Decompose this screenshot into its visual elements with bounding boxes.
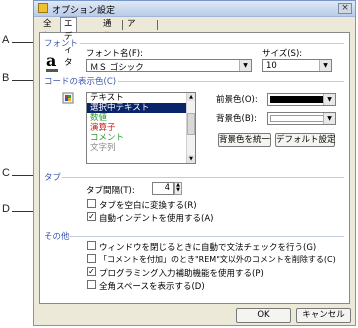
font-preview-underline	[46, 69, 58, 72]
tab-width-input[interactable]: 4	[152, 182, 174, 195]
scroll-up-icon[interactable]: ▲	[187, 93, 195, 101]
remove-comments-checkbox[interactable]	[87, 254, 96, 263]
syntax-check-checkbox[interactable]	[87, 241, 96, 250]
chevron-down-icon: ▼	[319, 60, 331, 71]
color-list-item[interactable]: テキスト	[87, 93, 195, 103]
other-section-title: その他	[44, 232, 70, 242]
font-name-value: ＭＳ ゴシック	[90, 63, 144, 73]
color-list-item[interactable]: 選択中テキスト	[87, 103, 195, 113]
input-assist-checkbox[interactable]: ✓	[87, 267, 96, 276]
scroll-down-icon[interactable]: ▼	[187, 155, 195, 163]
font-size-label: サイズ(S):	[262, 49, 303, 59]
cancel-button[interactable]: キャンセル	[296, 308, 351, 323]
section-divider	[68, 236, 344, 237]
section-divider	[118, 81, 344, 82]
tab-editor[interactable]: エディタ	[60, 17, 77, 68]
foreground-swatch	[270, 96, 324, 103]
section-divider	[80, 43, 344, 44]
auto-indent-label: 自動インデントを使用する(A)	[99, 214, 214, 224]
default-settings-button[interactable]: デフォルト設定	[275, 133, 336, 147]
background-color-select[interactable]: ▼	[267, 112, 336, 125]
title-bar[interactable]: オプション設定 ×	[34, 1, 355, 17]
tab-section-title: タブ	[44, 173, 62, 183]
tab-arm[interactable]: アーム	[124, 18, 139, 55]
tab-width-stepper[interactable]: ▲ ▼	[174, 182, 182, 195]
show-fullwidth-space-label: 全角スペースを表示する(D)	[99, 282, 205, 292]
chevron-down-icon: ▼	[239, 60, 251, 71]
color-target-list[interactable]: テキスト 選択中テキスト 数値 演算子 コメント 文字列 ▲ ▼	[86, 92, 196, 164]
color-list-item[interactable]: 数値	[87, 113, 195, 123]
input-assist-label: プログラミング入力補助機能を使用する(P)	[99, 269, 264, 279]
editor-panel: フォント a フォント名(F): ＭＳ ゴシック ▼ サイズ(S): 10 ▼ …	[39, 32, 350, 304]
chevron-down-icon: ▼	[323, 113, 335, 124]
palette-icon	[62, 91, 76, 105]
list-scrollbar[interactable]: ▲ ▼	[186, 93, 195, 163]
callout-b: B	[2, 72, 10, 84]
show-fullwidth-space-checkbox[interactable]	[87, 280, 96, 289]
convert-tab-label: タブを空白に変換する(R)	[99, 201, 197, 211]
tab-separator	[122, 20, 123, 30]
ok-button[interactable]: OK	[236, 308, 291, 323]
window-title: オプション設定	[52, 6, 116, 16]
app-icon	[38, 3, 48, 13]
tab-general[interactable]: 全般	[40, 18, 55, 42]
scroll-thumb[interactable]	[187, 113, 195, 135]
callout-c: C	[2, 167, 10, 179]
colors-section-title: コードの表示色(C)	[44, 77, 117, 87]
remove-comments-label: 「コメントを付加」のとき"REM"文以外のコメントを削除する(C)	[99, 255, 336, 264]
stepper-down-icon[interactable]: ▼	[175, 188, 181, 193]
close-button[interactable]: ×	[338, 3, 352, 14]
convert-tab-checkbox[interactable]	[87, 199, 96, 208]
callout-d: D	[2, 203, 10, 215]
color-list-item[interactable]: 文字列	[87, 143, 195, 153]
auto-indent-checkbox[interactable]: ✓	[87, 212, 96, 221]
color-list-item[interactable]: コメント	[87, 133, 195, 143]
options-dialog: オプション設定 × 全般 エディタ 通信 アーム フォント a フォント名(F)…	[33, 0, 356, 326]
tab-separator	[157, 20, 158, 30]
color-list-item[interactable]: 演算子	[87, 123, 195, 133]
font-preview-icon: a	[46, 51, 57, 70]
section-divider	[62, 177, 344, 178]
foreground-label: 前景色(O):	[216, 95, 258, 105]
background-swatch	[270, 115, 324, 122]
background-label: 背景色(B):	[216, 114, 257, 124]
callout-a: A	[2, 34, 10, 46]
tab-communication[interactable]: 通信	[100, 18, 115, 42]
foreground-color-select[interactable]: ▼	[267, 93, 336, 106]
tab-width-label: タブ間隔(T):	[86, 186, 135, 196]
font-name-label: フォント名(F):	[86, 49, 143, 59]
chevron-down-icon: ▼	[323, 94, 335, 105]
font-size-value: 10	[266, 61, 277, 71]
syntax-check-label: ウィンドウを閉じるときに自動で文法チェックを行う(G)	[99, 243, 317, 253]
font-name-select[interactable]: ＭＳ ゴシック ▼	[86, 59, 252, 73]
font-size-select[interactable]: 10 ▼	[262, 59, 332, 72]
unify-background-button[interactable]: 背景色を統一	[218, 133, 271, 147]
